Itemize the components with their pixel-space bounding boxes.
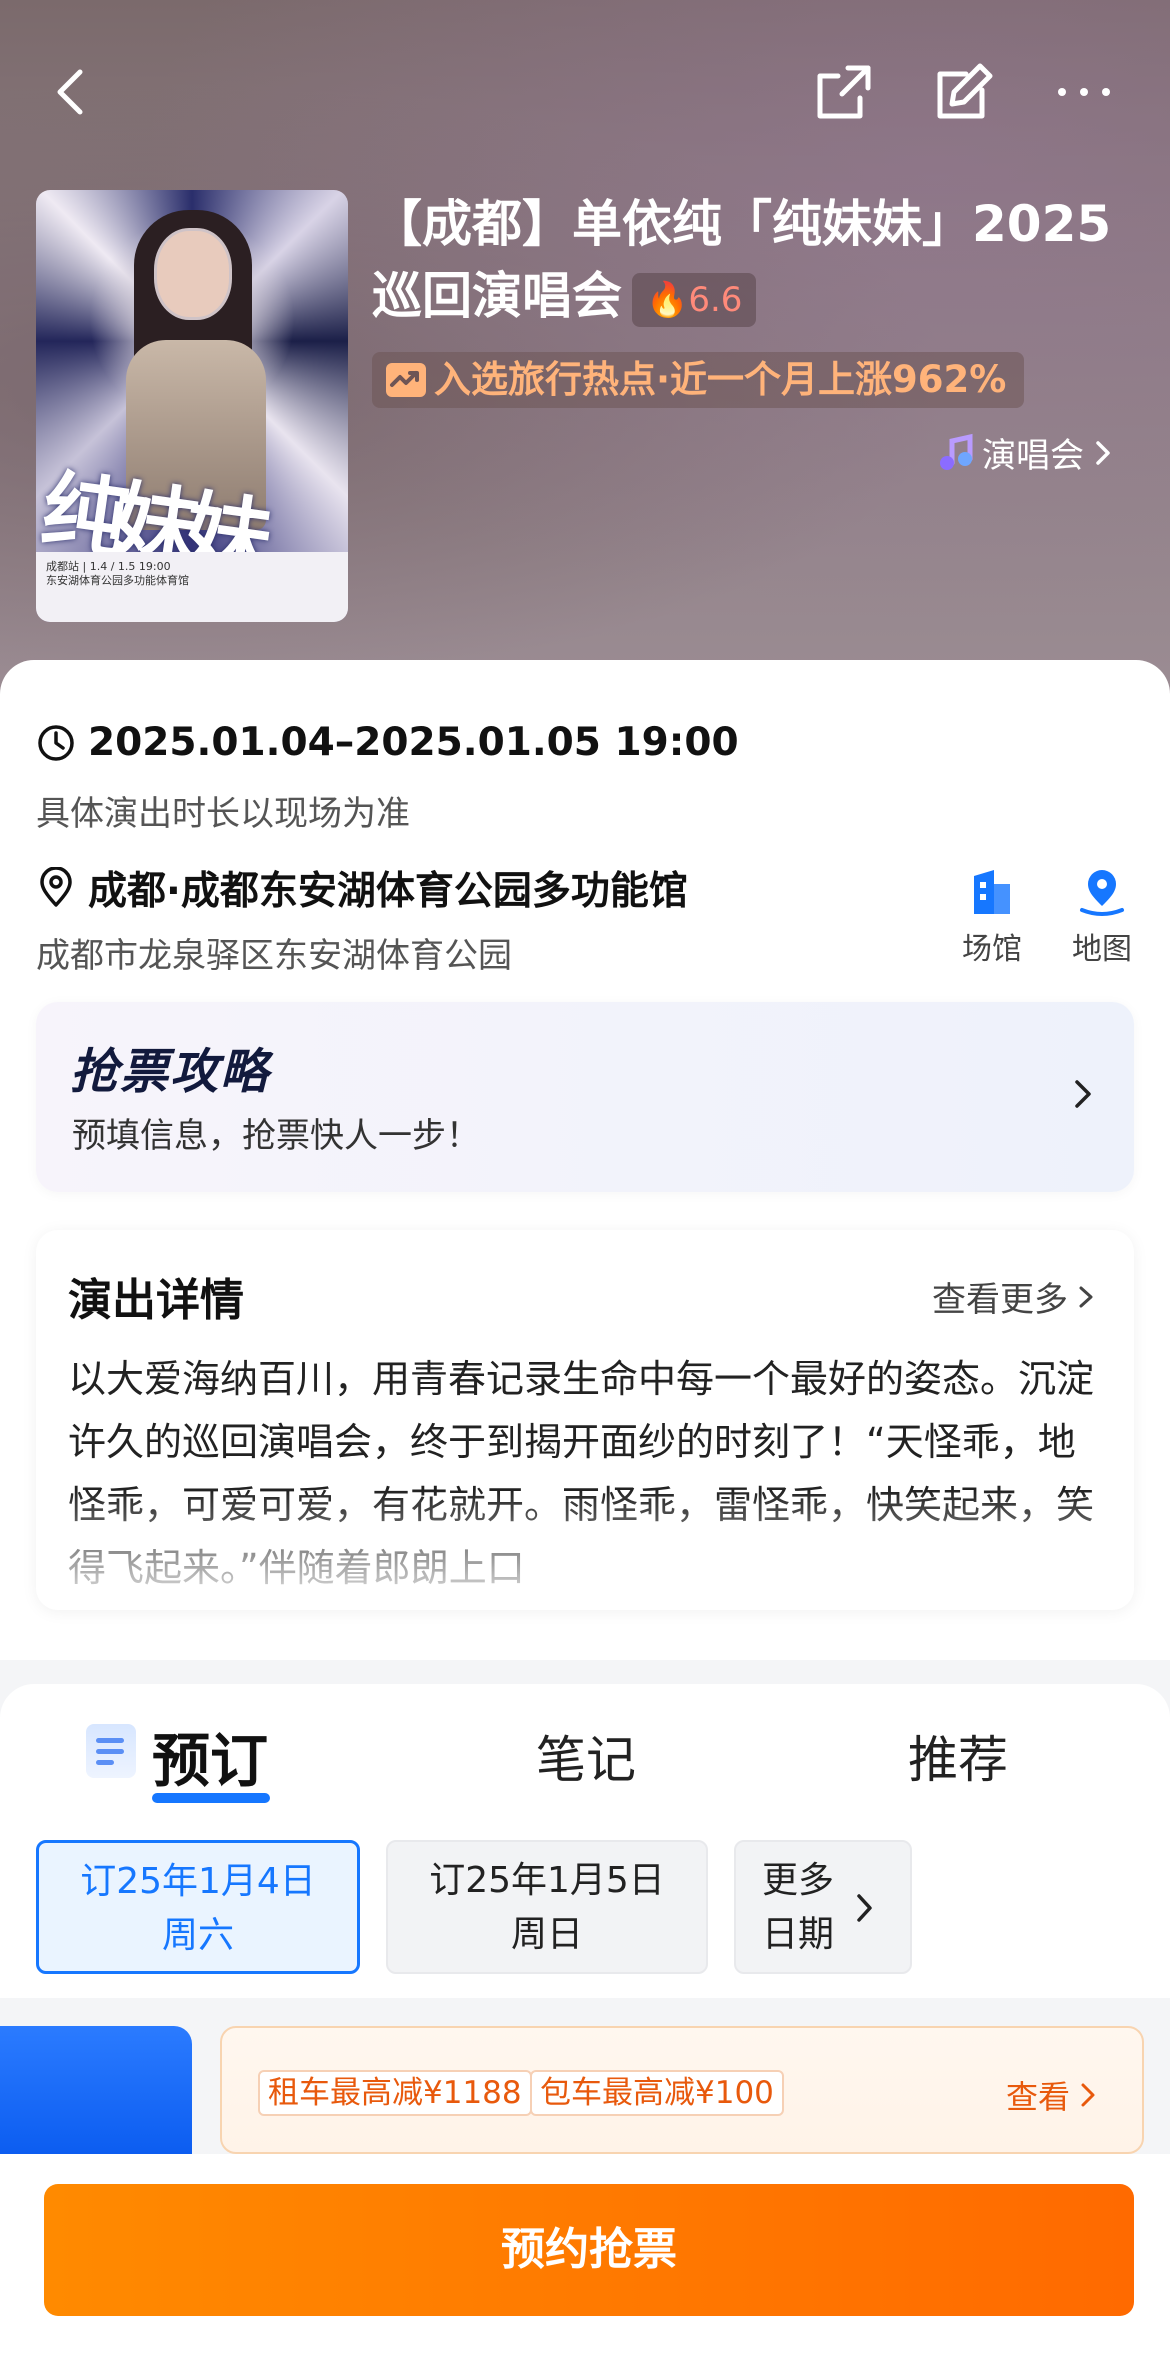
date-chip-weekday: 周日 — [510, 1914, 583, 1955]
tab-booking[interactable]: 预订 — [152, 1714, 268, 1798]
event-date-row: 2025.01.04–2025.01.05 19:00 — [36, 720, 739, 765]
chevron-right-icon — [1075, 1080, 1091, 1108]
chevron-left-icon — [57, 69, 83, 115]
music-note-icon — [940, 433, 973, 470]
map-button-label: 地图 — [1072, 932, 1132, 967]
back-button[interactable] — [32, 52, 112, 132]
event-poster[interactable]: 纯妹妹 成都站 | 1.4 / 1.5 19:00 东安湖体育公园多功能体育馆 — [36, 190, 348, 622]
show-detail-card: 演出详情 查看更多 以大爱海纳百川，用青春记录生命中每一个最好的姿态。沉淀许久的… — [36, 1230, 1134, 1610]
flame-icon: 🔥 — [646, 279, 689, 320]
side-blue-tab[interactable] — [0, 2026, 192, 2158]
edit-icon — [937, 63, 993, 119]
more-dates-button[interactable]: 更多 日期 — [734, 1840, 912, 1974]
share-icon — [817, 65, 871, 119]
chevron-right-icon — [1096, 440, 1110, 465]
detail-fade-overlay — [36, 1490, 1134, 1610]
more-dots-icon — [1058, 88, 1110, 96]
venue-button[interactable]: 场馆 — [942, 866, 1042, 968]
building-icon — [974, 870, 1010, 914]
heat-badge: 🔥6.6 — [632, 272, 757, 327]
car-rental-promo[interactable]: 租车最高减¥1188 包车最高减¥100 查看 — [220, 2026, 1144, 2154]
event-title: 【成都】单依纯「纯妹妹」2025巡回演唱会 🔥6.6 — [372, 188, 1112, 332]
date-chip-date: 订25年1月4日 — [80, 1861, 316, 1902]
more-dates-line: 日期 — [762, 1914, 835, 1955]
tab-active-indicator — [152, 1793, 270, 1803]
poster-info-band: 成都站 | 1.4 / 1.5 19:00 东安湖体育公园多功能体育馆 — [36, 552, 348, 622]
more-button[interactable] — [1044, 52, 1124, 132]
view-more-link[interactable]: 查看更多 — [932, 1272, 1098, 1321]
venue-name: 成都·成都东安湖体育公园多功能馆 — [88, 869, 688, 914]
date-chip-weekday: 周六 — [161, 1915, 234, 1956]
promo-tag-rental: 租车最高减¥1188 — [258, 2070, 532, 2116]
reserve-ticket-button[interactable]: 预约抢票 — [44, 2184, 1134, 2316]
chevron-right-icon — [1081, 2083, 1095, 2107]
poster-band-line: 东安湖体育公园多功能体育馆 — [46, 574, 189, 587]
poster-face — [154, 228, 232, 320]
location-pin-icon — [40, 867, 72, 907]
promo-tag-charter: 包车最高减¥100 — [530, 2070, 784, 2116]
ticket-strategy-card[interactable]: 抢票攻略 预填信息，抢票快人一步！ — [36, 1002, 1134, 1192]
promo-view-label: 查看 — [1005, 2078, 1070, 2116]
duration-note: 具体演出时长以现场为准 — [36, 794, 410, 834]
chevron-right-icon — [1079, 1286, 1093, 1307]
poster-band-line: 成都站 | 1.4 / 1.5 19:00 — [46, 560, 171, 573]
map-pin-icon — [1080, 870, 1124, 916]
trend-badge[interactable]: 入选旅行热点·近一个月上涨962% — [372, 352, 1025, 408]
map-button[interactable]: 地图 — [1052, 866, 1152, 968]
promo-view-link[interactable]: 查看 — [1006, 2072, 1100, 2118]
category-link[interactable]: 演唱会 — [936, 428, 1116, 477]
tab-recommend[interactable]: 推荐 — [908, 1720, 1008, 1792]
share-button[interactable] — [804, 52, 884, 132]
strategy-subtitle: 预填信息，抢票快人一步！ — [72, 1116, 480, 1156]
trend-icon — [386, 363, 426, 397]
more-dates-line: 更多 — [762, 1860, 835, 1901]
strategy-title: 抢票攻略 — [70, 1044, 271, 1100]
tab-notes[interactable]: 笔记 — [536, 1720, 636, 1792]
event-datetime: 2025.01.04–2025.01.05 19:00 — [88, 720, 739, 765]
view-more-label: 查看更多 — [932, 1280, 1068, 1320]
venue-button-label: 场馆 — [962, 932, 1022, 967]
date-chip-jan5[interactable]: 订25年1月5日 周日 — [386, 1840, 708, 1974]
clock-icon — [38, 724, 74, 761]
booking-doc-icon — [86, 1724, 136, 1778]
detail-title: 演出详情 — [68, 1275, 244, 1326]
heat-score: 6.6 — [688, 279, 743, 320]
trend-text: 入选旅行热点·近一个月上涨962% — [434, 358, 1007, 401]
edit-button[interactable] — [924, 52, 1004, 132]
category-label: 演唱会 — [982, 436, 1084, 476]
date-chip-jan4[interactable]: 订25年1月4日 周六 — [36, 1840, 360, 1974]
chevron-right-icon — [857, 1894, 872, 1922]
venue-address: 成都市龙泉驿区东安湖体育公园 — [36, 936, 512, 976]
venue-row[interactable]: 成都·成都东安湖体育公园多功能馆 — [36, 860, 688, 916]
date-chip-date: 订25年1月5日 — [429, 1860, 665, 1901]
